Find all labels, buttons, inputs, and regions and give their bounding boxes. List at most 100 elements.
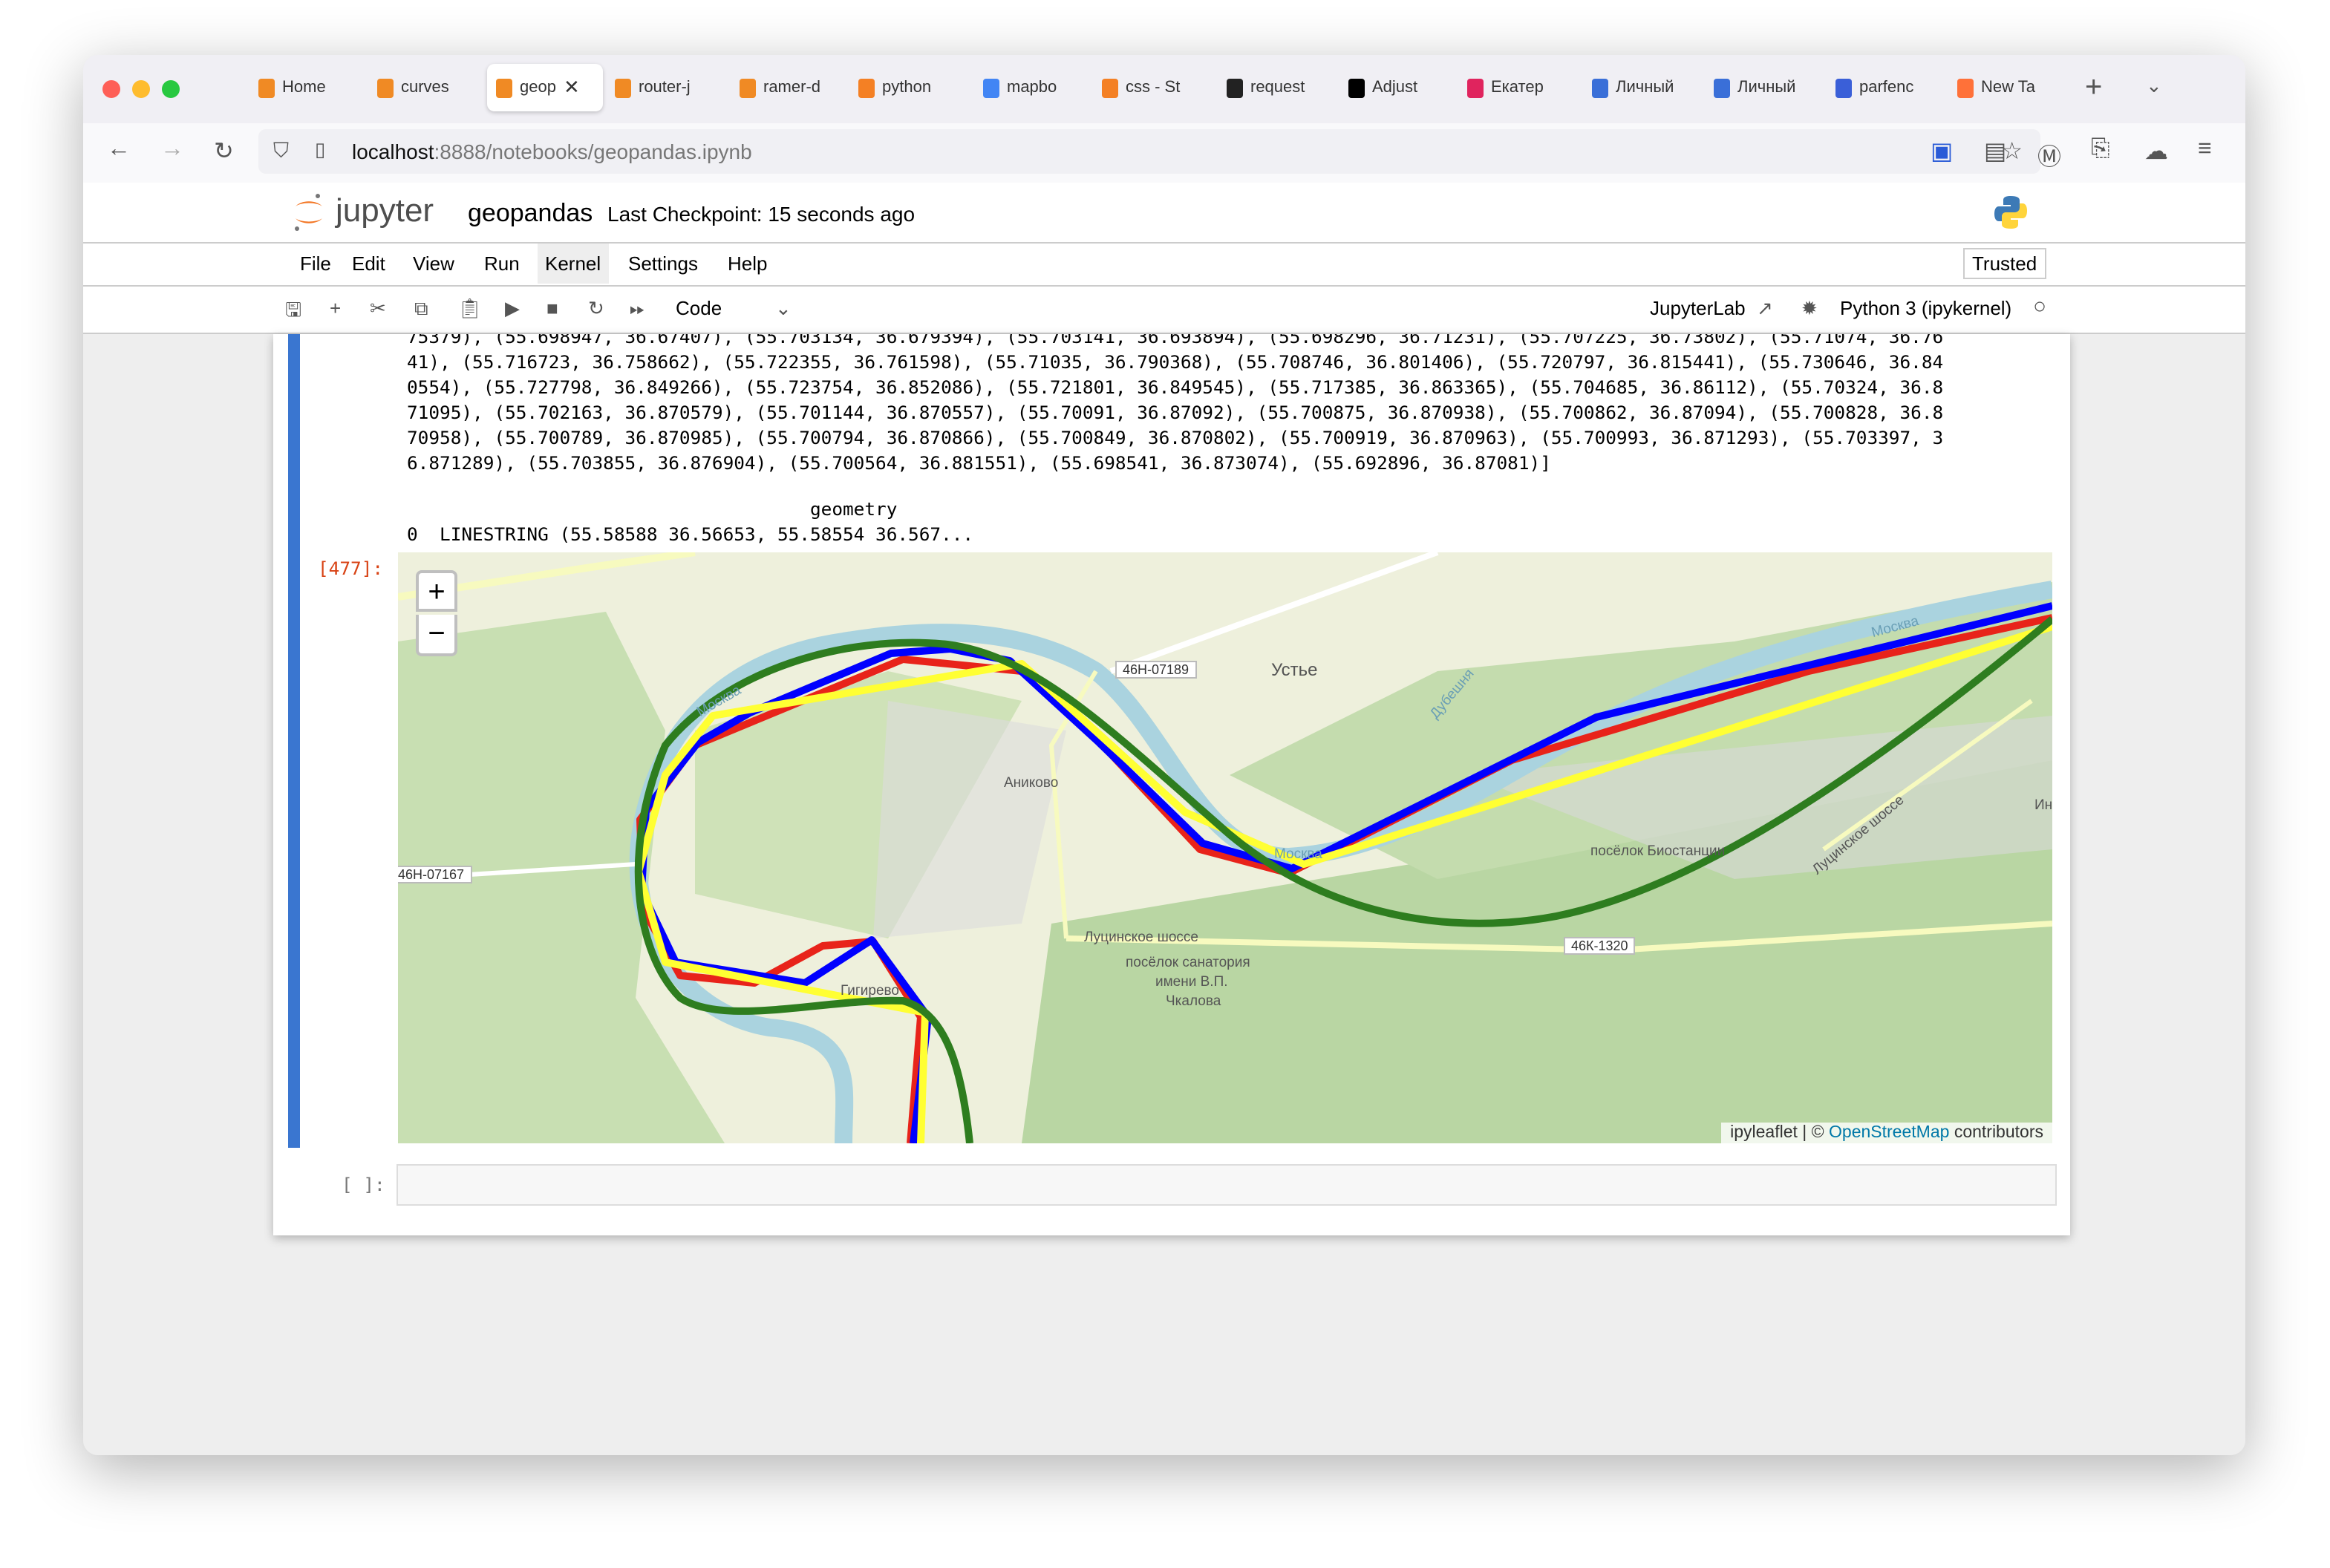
tab-label: Екатер: [1491, 79, 1544, 97]
restart-run-all-icon[interactable]: ⏩︎: [630, 297, 645, 321]
trusted-indicator[interactable]: Trusted: [1963, 248, 2046, 279]
menu-icon[interactable]: ≡: [2198, 137, 2212, 163]
cloud-icon[interactable]: ☁: [2144, 137, 2168, 166]
zoom-out-button[interactable]: −: [416, 615, 457, 656]
menu-run[interactable]: Run: [477, 252, 527, 275]
cut-icon[interactable]: ✂: [370, 297, 386, 321]
paste-icon[interactable]: 📋︎: [457, 297, 482, 321]
output-prompt: [477]:: [318, 558, 384, 579]
jupyter-icon: [615, 78, 631, 97]
selected-cell-bar: [288, 334, 300, 1148]
run-icon[interactable]: ▶: [505, 297, 520, 321]
openstreetmap-link[interactable]: OpenStreetMap: [1829, 1124, 1949, 1142]
reader-icon[interactable]: ▤: [1984, 137, 2006, 166]
browser-tab[interactable]: parfenc: [1827, 64, 1948, 111]
tab-label: curves: [401, 79, 449, 97]
circle-icon: [1835, 78, 1852, 97]
stackoverflow-icon: [858, 78, 875, 97]
cell-type-select[interactable]: Code: [676, 297, 722, 319]
map-label: Аниково: [1004, 775, 1059, 791]
chrome-like-icon: [1714, 78, 1730, 97]
output-text-line: 75379), (55.698947, 36.67407), (55.70313…: [407, 334, 1944, 347]
jupyter-icon: [377, 78, 394, 97]
browser-tab[interactable]: css - St: [1093, 64, 1215, 111]
browser-tab[interactable]: New Ta: [1948, 64, 2070, 111]
empty-code-cell-input[interactable]: [397, 1164, 2057, 1206]
menu-kernel[interactable]: Kernel: [538, 244, 609, 284]
map-label: Луцинское шоссе: [1084, 930, 1198, 946]
extensions-puzzle-icon[interactable]: ⎘: [2091, 137, 2110, 163]
browser-tab[interactable]: python: [849, 64, 971, 111]
jupyter-icon: [258, 78, 275, 97]
browser-tab[interactable]: Adjust: [1339, 64, 1461, 111]
checkpoint-status: Last Checkpoint: 15 seconds ago: [607, 202, 916, 226]
map-label: Ин: [2034, 797, 2052, 814]
copy-icon[interactable]: ⧉: [414, 297, 428, 321]
browser-tab[interactable]: Личный: [1583, 64, 1705, 111]
extension-icon[interactable]: ▣: [1931, 137, 1953, 166]
menu-help[interactable]: Help: [720, 252, 775, 275]
menu-settings[interactable]: Settings: [621, 252, 705, 275]
url-text[interactable]: localhost:8888/notebooks/geopandas.ipynb: [352, 140, 752, 163]
minimize-window-button[interactable]: [132, 80, 150, 98]
output-text-line: 71095), (55.702163, 36.870579), (55.7011…: [407, 402, 1944, 423]
address-bar[interactable]: ⛉ ▯ localhost:8888/notebooks/geopandas.i…: [258, 129, 2040, 174]
dataframe-header: geometry: [407, 499, 898, 520]
github-icon: [1227, 78, 1243, 97]
tab-label: python: [882, 79, 932, 97]
browser-tab[interactable]: router-j: [606, 64, 728, 111]
jupyterlab-link[interactable]: JupyterLab: [1650, 297, 1746, 319]
forward-icon[interactable]: →: [160, 137, 184, 163]
browser-tab[interactable]: Home: [249, 64, 371, 111]
browser-tab[interactable]: mapbo: [974, 64, 1096, 111]
stop-icon[interactable]: ■: [546, 297, 558, 319]
close-tab-icon[interactable]: ✕: [564, 76, 580, 99]
leaflet-map[interactable]: Москва Москва Москва Устье Дубешня Анико…: [398, 552, 2052, 1143]
m-extension-icon[interactable]: Ⓜ: [2037, 137, 2061, 172]
close-window-button[interactable]: [102, 80, 120, 98]
back-icon[interactable]: ←: [107, 137, 131, 163]
dataframe-row: 0 LINESTRING (55.58588 36.56653, 55.5855…: [407, 524, 974, 545]
tab-label: Личный: [1737, 79, 1796, 97]
browser-tab[interactable]: request: [1218, 64, 1339, 111]
browser-tab[interactable]: curves: [368, 64, 490, 111]
stackoverflow-icon: [1102, 78, 1118, 97]
browser-tab[interactable]: Екатер: [1458, 64, 1580, 111]
notebook-name[interactable]: geopandas: [468, 199, 593, 229]
maximize-window-button[interactable]: [162, 80, 180, 98]
adjust-icon: [1348, 78, 1365, 97]
chrome-like-icon: [1592, 78, 1608, 97]
zoom-in-button[interactable]: +: [416, 570, 457, 612]
map-label: Москва: [1274, 846, 1322, 863]
nav-bar: ← → ↻ ⛉ ▯ localhost:8888/notebooks/geopa…: [83, 123, 2245, 184]
jupyter-wordmark[interactable]: jupyter: [336, 192, 434, 230]
menu-edit[interactable]: Edit: [345, 252, 393, 275]
save-icon[interactable]: 🖫: [285, 297, 301, 330]
tab-list-chevron-icon[interactable]: ⌄: [2146, 74, 2162, 98]
menu-bar: File Edit View Run Kernel Settings Help Truste…: [83, 244, 2245, 287]
insert-cell-icon[interactable]: +: [330, 297, 341, 319]
shield-icon[interactable]: ⛉: [273, 138, 289, 163]
menu-file[interactable]: File: [293, 252, 339, 275]
browser-tab[interactable]: Личный: [1705, 64, 1827, 111]
map-label: посёлок Биостанции: [1590, 843, 1726, 860]
new-tab-button[interactable]: +: [2085, 71, 2102, 105]
map-label: имени В.П.: [1155, 974, 1228, 990]
tab-label: mapbo: [1007, 79, 1057, 97]
kernel-name[interactable]: Python 3 (ipykernel): [1840, 297, 2011, 319]
notebook-toolbar: 🖫 + ✂ ⧉ 📋︎ ▶ ■ ↻ ⏩︎ Code ⌄ JupyterLab ↗ …: [83, 287, 2245, 334]
browser-tab[interactable]: geop ✕: [487, 64, 603, 111]
url-path: :8888/notebooks/geopandas.ipynb: [434, 140, 752, 163]
chevron-down-icon[interactable]: ⌄: [775, 297, 792, 321]
map-label: Устье: [1271, 659, 1318, 680]
url-host: localhost: [352, 140, 434, 163]
tab-label: New Ta: [1981, 79, 2035, 97]
restart-icon[interactable]: ↻: [588, 297, 604, 321]
reload-icon[interactable]: ↻: [214, 137, 234, 166]
browser-tab[interactable]: ramer-d: [731, 64, 852, 111]
map-tiles: [398, 552, 2052, 1143]
jupyter-logo-icon: [295, 194, 322, 231]
python-logo-icon: [1994, 196, 2027, 229]
debugger-bug-icon[interactable]: ✹: [1801, 297, 1818, 321]
menu-view[interactable]: View: [405, 252, 462, 275]
